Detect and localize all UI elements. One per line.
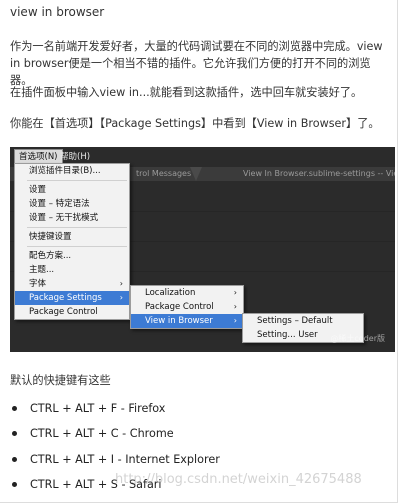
menu-item-package-settings[interactable]: Package Settings › [15,291,129,305]
tab-view-in-browser-settings[interactable]: View In Browser.sublime-settings -- View… [243,167,395,181]
chevron-right-icon: › [233,302,237,311]
article-title: view in browser [10,5,105,19]
bullet-icon [12,406,17,411]
menubar-item-help[interactable]: 帮助(H) [56,150,94,164]
submenu-item-package-control[interactable]: Package Control › [131,300,243,314]
submenu-item-localization[interactable]: Localization › [131,286,243,300]
bullet-icon [12,481,17,487]
menu-item-theme[interactable]: 主题... [15,263,129,277]
submenu-item-view-in-browser[interactable]: View in Browser › [131,314,243,328]
menu-item-settings-syntax[interactable]: 设置 – 特定语法 [15,197,129,211]
menu-item-settings-distraction-free[interactable]: 设置 – 无干扰模式 [15,211,129,225]
menu-location-paragraph: 你能在【首选项】【Package Settings】中看到【View in Br… [10,117,380,130]
menu-item-font[interactable]: 字体 › [15,277,129,291]
intro-paragraph: 作为一名前端开发爱好者，大量的代码调试要在不同的浏览器中完成。view in b… [10,40,383,87]
submenu-item-localization-label: Localization [145,288,196,298]
shortcut-firefox: CTRL + ALT + F - Firefox [30,402,166,415]
bullet-icon [12,431,17,437]
submenu-item-settings-default[interactable]: Settings – Default [243,314,363,328]
submenu-item-view-in-browser-label: View in Browser [145,316,213,326]
sublime-screenshot: 首选项(N) 帮助(H) trol Messages View In Brows… [10,147,395,352]
list-item: CTRL + ALT + C - Chrome [12,427,220,452]
chevron-right-icon: › [119,293,123,302]
menu-item-font-label: 字体 [29,279,47,289]
screenshot-watermark: @稀土coder版 [330,334,385,343]
menu-item-settings[interactable]: 设置 [15,183,129,197]
shortcut-heading: 默认的快捷键有这些 [10,374,111,387]
install-paragraph: 在插件面板中输入view in...就能看到这款插件，选中回车就安装好了。 [10,86,363,99]
package-settings-submenu: Localization › Package Control › View in B… [130,285,244,329]
list-item: CTRL + ALT + F - Firefox [12,402,220,427]
preferences-menu: 浏览插件目录(B)... 设置 设置 – 特定语法 设置 – 无干扰模式 快捷键… [14,163,130,320]
shortcut-list: CTRL + ALT + F - Firefox CTRL + ALT + C … [12,402,220,503]
chevron-right-icon: › [233,288,237,297]
tab-separator [190,167,202,181]
bullet-icon [12,456,17,462]
submenu-item-package-control-label: Package Control [145,302,214,312]
chevron-right-icon: › [233,316,237,325]
menu-item-browse-packages[interactable]: 浏览插件目录(B)... [15,164,129,178]
page-watermark: http://blog.csdn.net/weixin_42675488 [115,472,362,487]
tab-control-messages[interactable]: trol Messages [136,167,191,181]
menu-item-key-bindings[interactable]: 快捷键设置 [15,230,129,244]
menu-item-package-control[interactable]: Package Control [15,305,129,319]
shortcut-ie: CTRL + ALT + I - Internet Explorer [30,452,220,466]
menu-item-color-scheme[interactable]: 配色方案... [15,249,129,263]
menu-item-package-settings-label: Package Settings [29,293,102,303]
chevron-right-icon: › [119,279,123,288]
shortcut-chrome: CTRL + ALT + C - Chrome [30,427,174,441]
